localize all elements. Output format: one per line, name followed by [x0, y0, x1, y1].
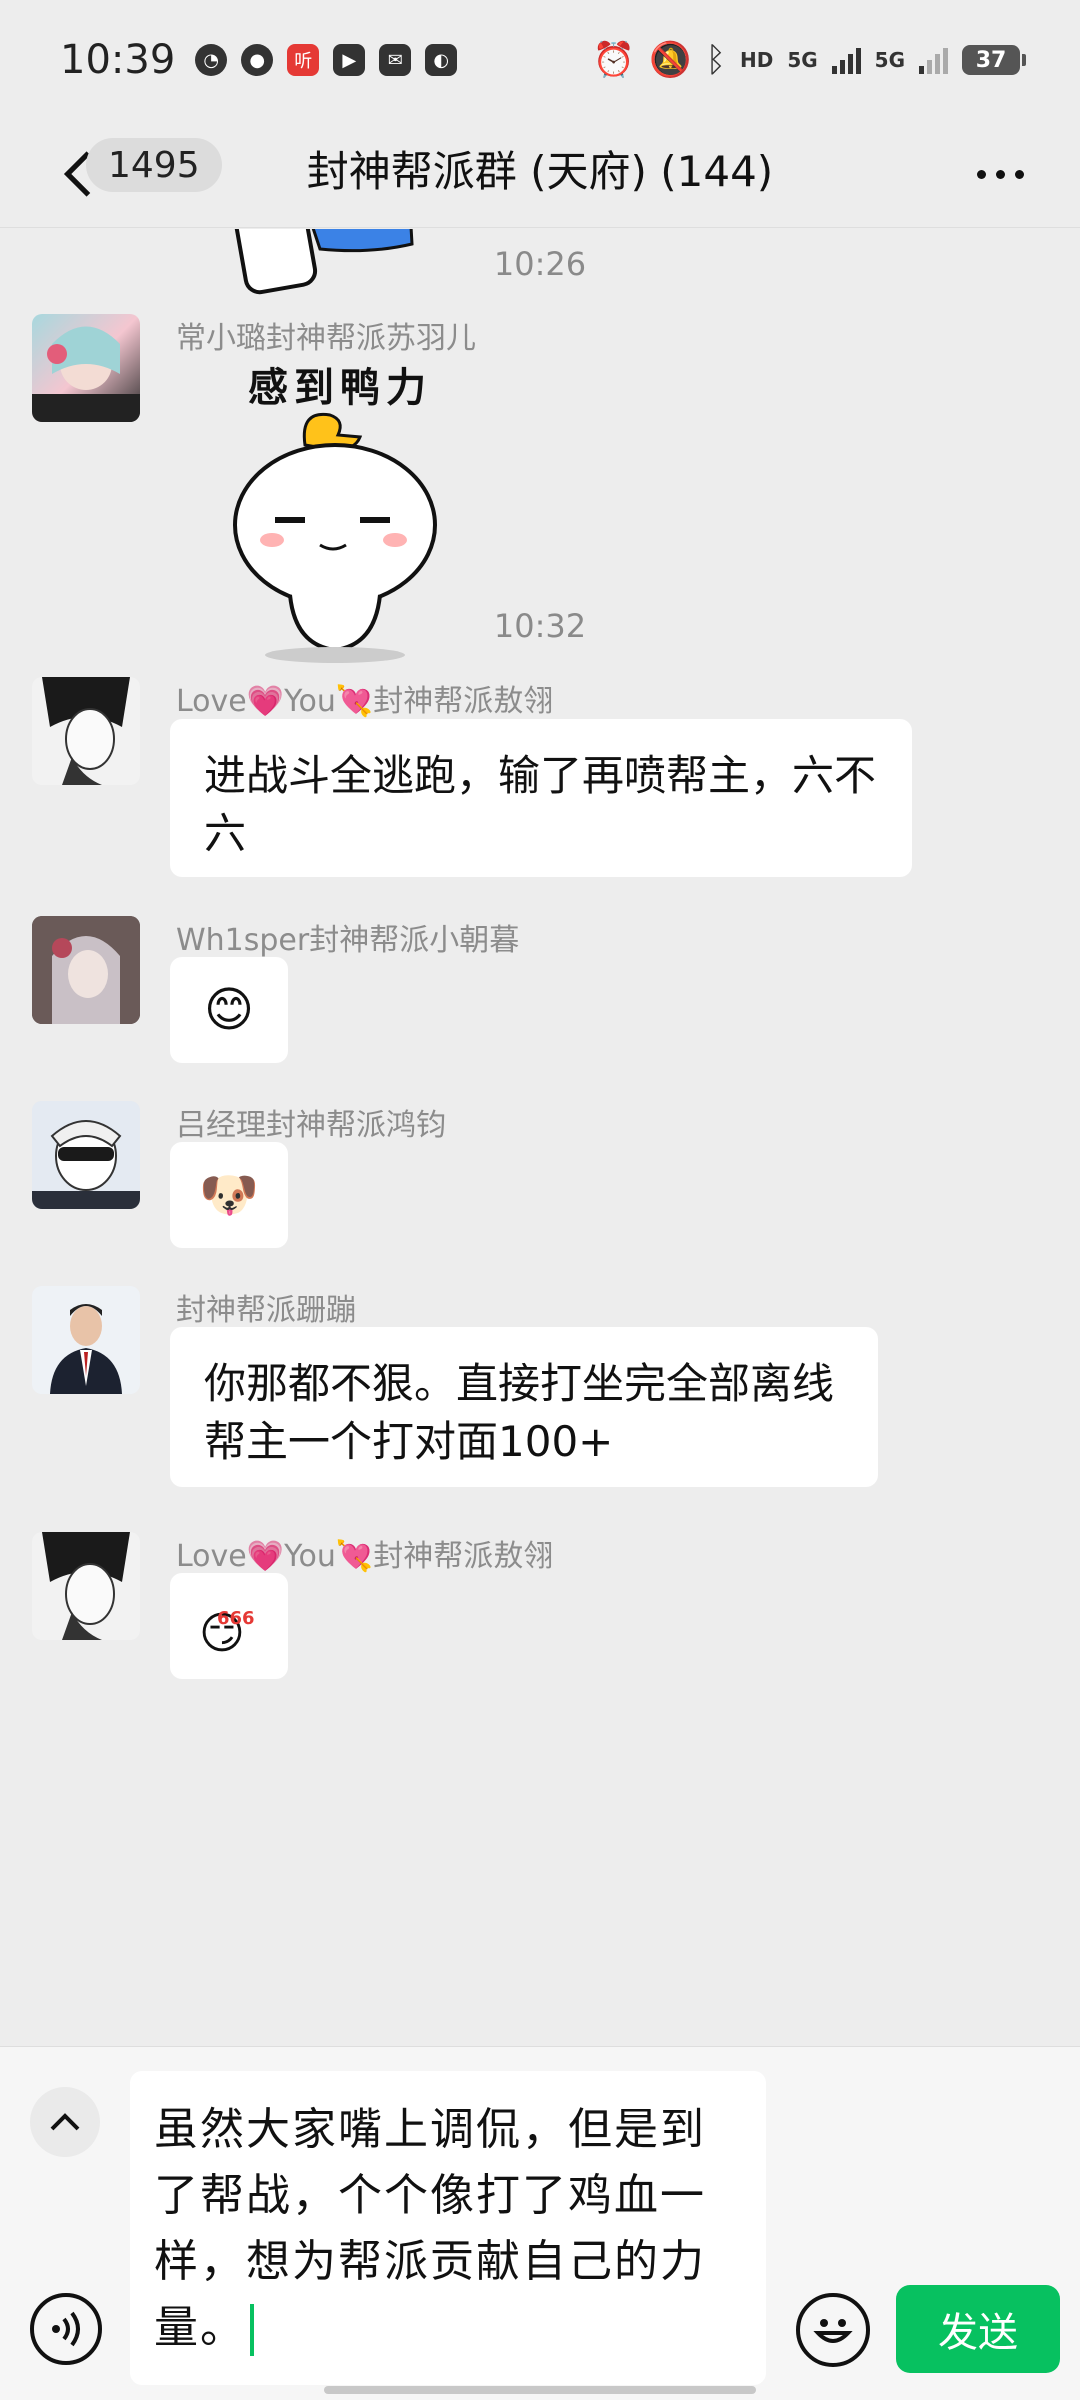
network-type-1: 5G — [787, 48, 818, 72]
heart-arrow-icon: 💘 — [335, 1539, 374, 1574]
status-time: 10:39 — [60, 37, 176, 83]
wechat-icon: ● — [241, 44, 274, 76]
avatar[interactable] — [32, 1532, 140, 1640]
alarm-icon: ⏰ — [592, 40, 636, 80]
avatar[interactable] — [32, 1286, 140, 1394]
emoji-message[interactable]: 😊 — [170, 957, 288, 1063]
qq-icon: ◔ — [195, 44, 228, 76]
chat-message-list[interactable]: 10:26 常小璐封神帮派苏羽儿 感到鸭力 10:32 Love💗You💘封神帮… — [0, 229, 1080, 2046]
chevron-up-icon — [50, 2113, 80, 2131]
smile-emoji: 😊 — [203, 982, 255, 1038]
status-bar: 10:39 ◔ ● 听 ▶ ✉ ◐ ⏰ 🔕 ᛒ HD 5G 5G 37 — [0, 0, 1080, 120]
timestamp: 10:32 — [493, 607, 587, 645]
doge-emoji: 🐶 — [199, 1167, 259, 1223]
emoji-message[interactable]: 😏 666 — [170, 1573, 288, 1679]
expand-button[interactable] — [30, 2087, 100, 2157]
emoji-button[interactable] — [796, 2293, 870, 2367]
status-app-icons: ◔ ● 听 ▶ ✉ ◐ — [195, 44, 458, 76]
heart-icon: 💗 — [246, 684, 285, 719]
home-indicator[interactable] — [324, 2386, 756, 2394]
sender-name: 封神帮派跚蹦 — [176, 1293, 356, 1328]
voice-icon — [52, 2311, 80, 2347]
666-label: 666 — [217, 1608, 255, 1629]
battery-icon: 37 — [962, 45, 1026, 75]
666-emoji: 😏 666 — [199, 1596, 259, 1656]
avatar[interactable] — [32, 916, 140, 1024]
timestamp: 10:26 — [493, 245, 587, 283]
message-input-text: 虽然大家嘴上调侃，但是到了帮战，个个像打了鸡血一样，想为帮派贡献自己的力量。 — [154, 2104, 706, 2353]
avatar[interactable] — [32, 677, 140, 785]
heart-icon: 💗 — [246, 1539, 285, 1574]
smiley-icon — [813, 2319, 853, 2343]
battery-level: 37 — [975, 47, 1007, 73]
sender-name: Love💗You💘封神帮派敖翎 — [176, 1531, 553, 1575]
more-options-button[interactable] — [960, 144, 1040, 204]
avatar[interactable] — [32, 1101, 140, 1209]
video-player-icon: ▶ — [333, 44, 366, 76]
sender-name-part: You — [284, 684, 336, 719]
sender-name-part: You — [284, 1539, 336, 1574]
sender-name-part: 封神帮派敖翎 — [373, 1539, 554, 1574]
text-cursor — [250, 2304, 254, 2356]
message-input[interactable]: 虽然大家嘴上调侃，但是到了帮战，个个像打了鸡血一样，想为帮派贡献自己的力量。 — [130, 2071, 766, 2385]
chat-title: 封神帮派群 (天府) (144) — [306, 147, 774, 196]
signal-icon — [831, 46, 861, 74]
sender-name: Wh1sper封神帮派小朝暮 — [176, 923, 520, 958]
ting-app-icon: 听 — [287, 44, 320, 76]
chat-header: 1495 封神帮派群 (天府) (144) — [0, 120, 1080, 228]
network-type-2: 5G — [874, 48, 905, 72]
sender-name: 常小璐封神帮派苏羽儿 — [176, 321, 476, 356]
message-bubble[interactable]: 你那都不狠。直接打坐完全部离线 帮主一个打对面100+ — [170, 1327, 878, 1487]
sender-name-part: Love — [176, 684, 247, 719]
voice-input-button[interactable] — [30, 2293, 102, 2365]
sender-name-part: Love — [176, 1539, 247, 1574]
mute-icon: 🔕 — [649, 40, 692, 80]
signal-icon — [919, 46, 948, 74]
heart-arrow-icon: 💘 — [335, 684, 374, 719]
gallery-icon: ◐ — [425, 44, 458, 76]
avatar[interactable] — [32, 314, 140, 422]
sender-name-part: 封神帮派敖翎 — [373, 684, 554, 719]
status-right: ⏰ 🔕 ᛒ HD 5G 5G 37 — [592, 40, 1026, 80]
message-bubble[interactable]: 进战斗全逃跑，输了再喷帮主，六不六 — [170, 719, 912, 877]
send-button[interactable]: 发送 — [896, 2285, 1060, 2373]
bluetooth-icon: ᛒ — [705, 40, 726, 80]
emoji-message[interactable]: 🐶 — [170, 1142, 288, 1248]
hd-icon: HD — [739, 48, 774, 72]
input-bar: 虽然大家嘴上调侃，但是到了帮战，个个像打了鸡血一样，想为帮派贡献自己的力量。 发… — [0, 2046, 1080, 2400]
sender-name: Love💗You💘封神帮派敖翎 — [176, 676, 553, 720]
mail-icon: ✉ — [379, 44, 412, 76]
sender-name: 吕经理封神帮派鸿钧 — [176, 1108, 446, 1143]
